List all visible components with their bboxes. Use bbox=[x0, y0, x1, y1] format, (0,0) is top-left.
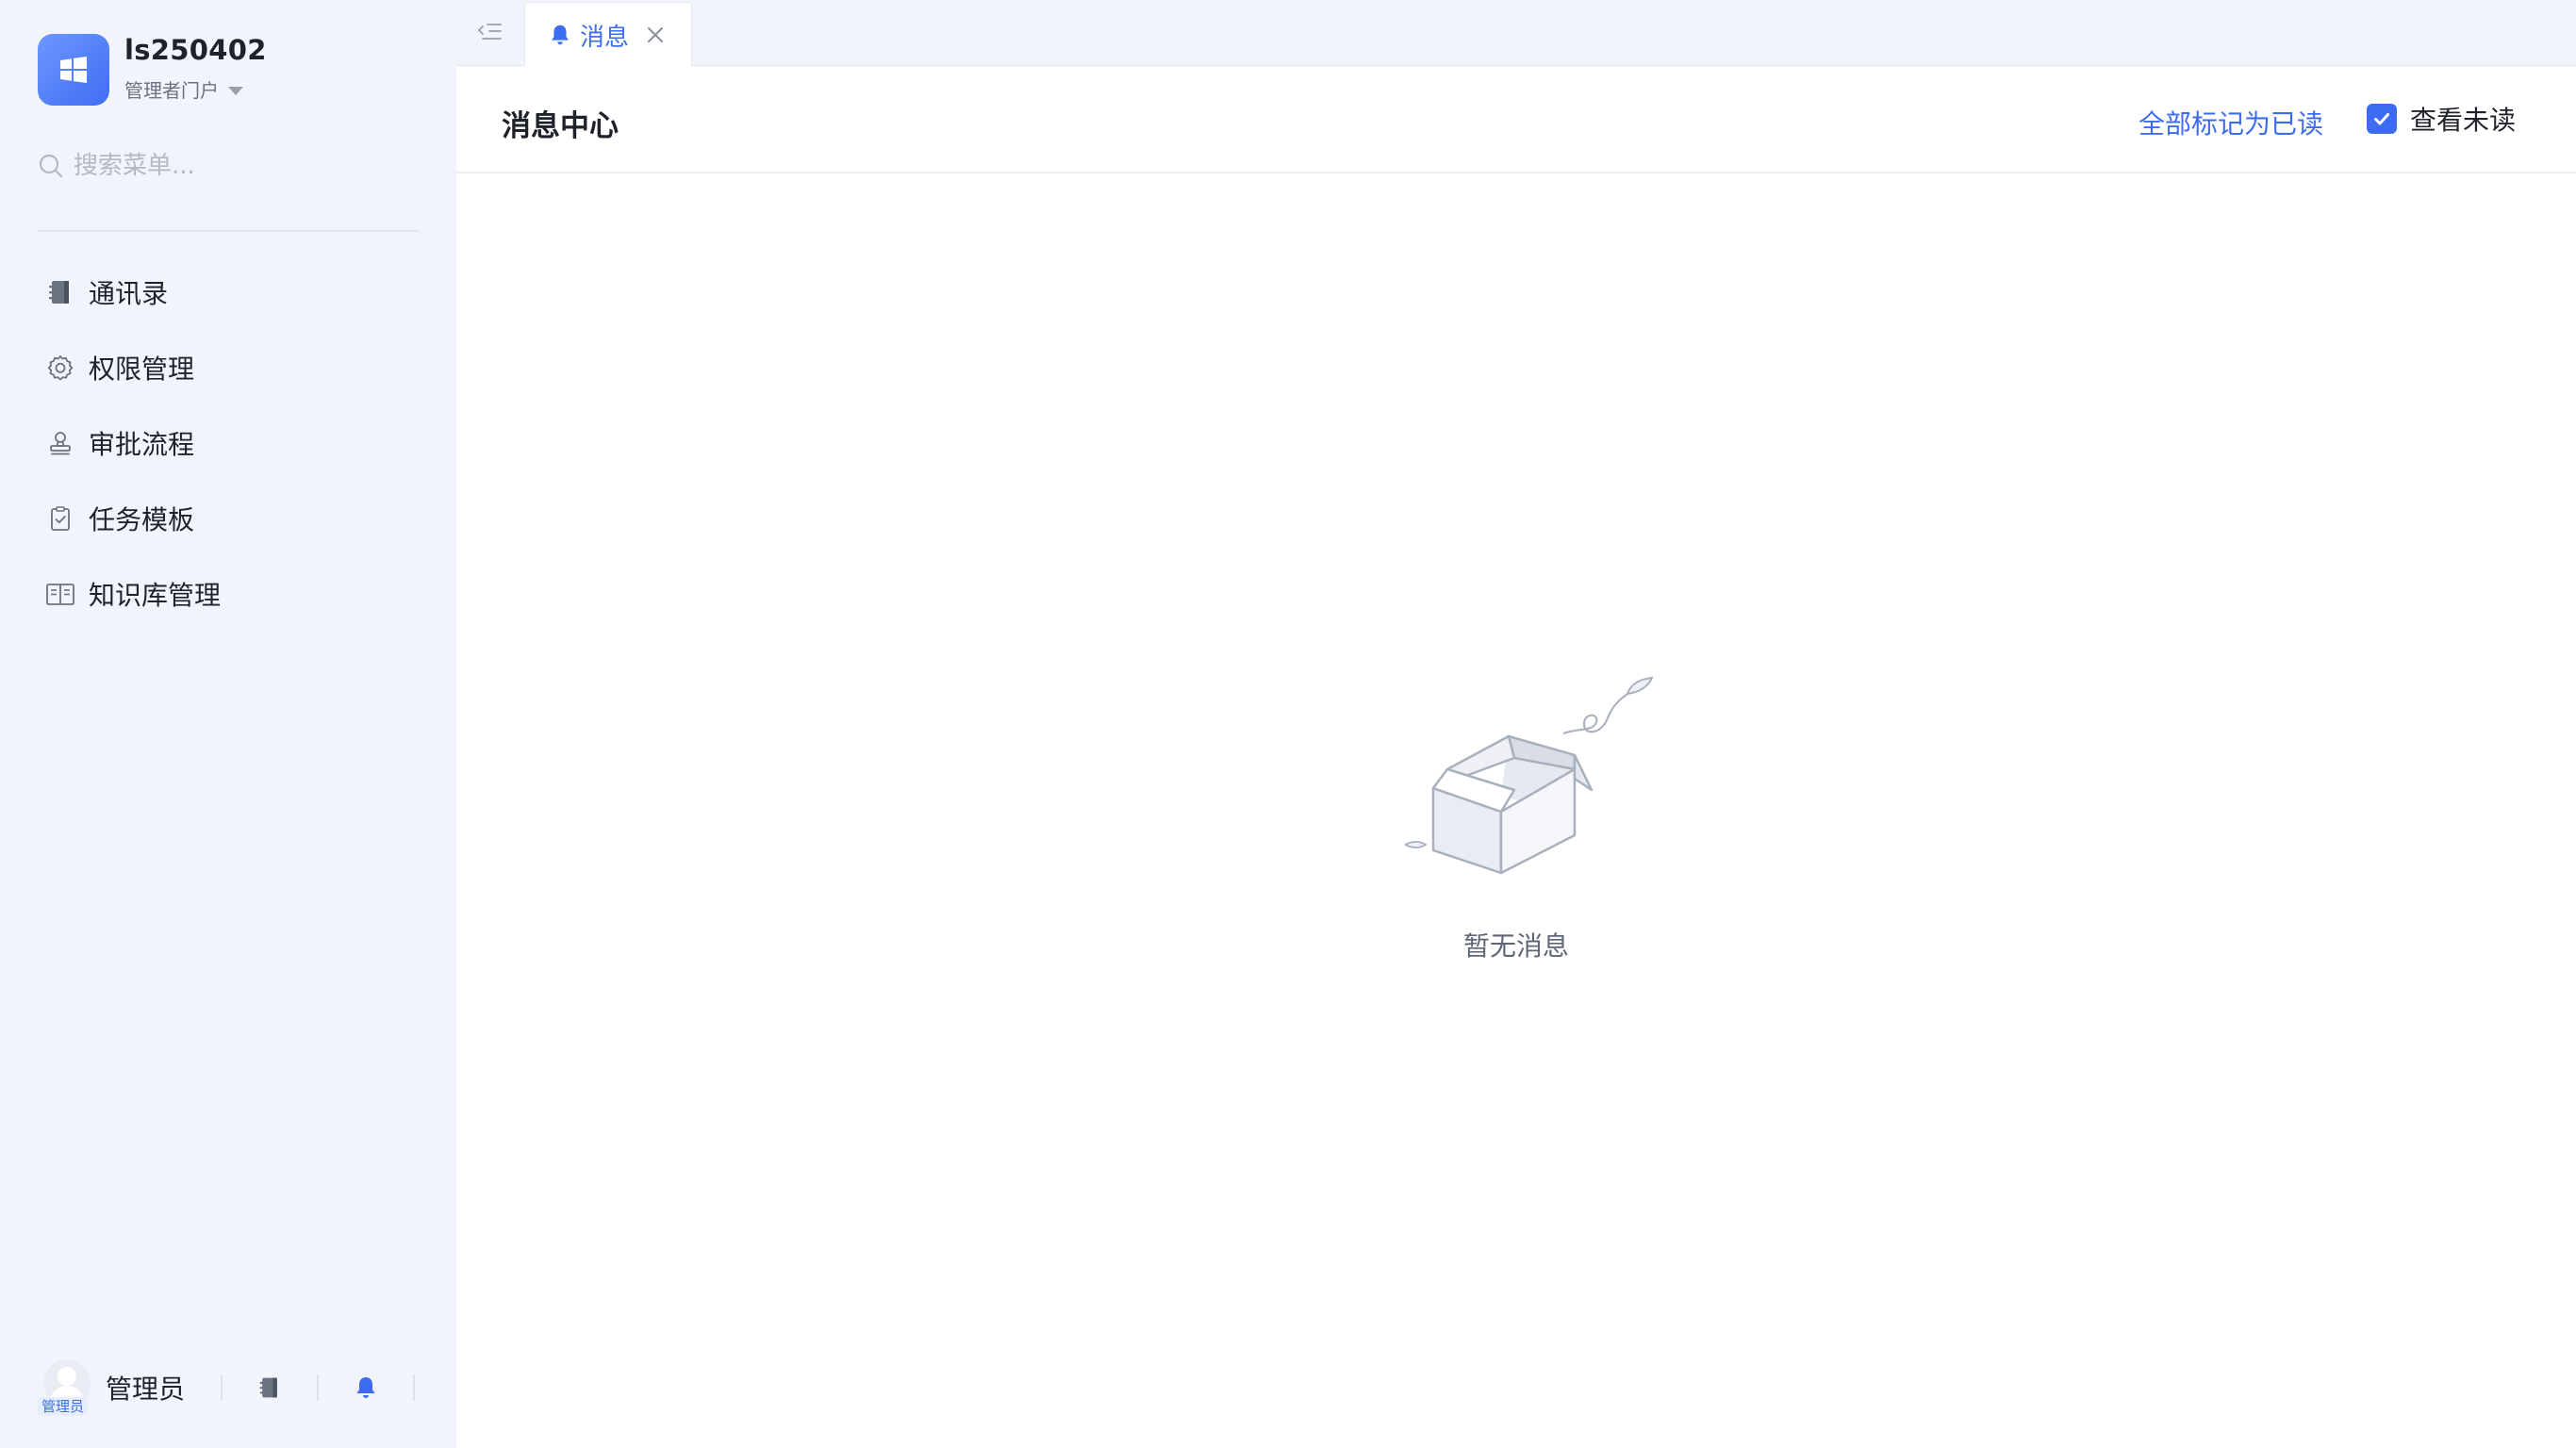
search-icon bbox=[39, 154, 63, 178]
close-icon[interactable] bbox=[644, 24, 667, 46]
page-header: 消息中心 全部标记为已读 查看未读 bbox=[456, 66, 2576, 173]
sidebar-item-label: 任务模板 bbox=[89, 504, 195, 535]
checkmark-icon bbox=[2373, 113, 2389, 125]
sidebar: ls250402 管理者门户 通讯录 bbox=[0, 0, 456, 1448]
role-badge: 管理员 bbox=[38, 1397, 89, 1416]
tab-messages[interactable]: 消息 bbox=[524, 2, 692, 67]
sidebar-nav: 通讯录 权限管理 审批流程 任务模板 知识库管理 bbox=[38, 255, 419, 632]
tab-label: 消息 bbox=[580, 23, 630, 52]
portal-label: 管理者门户 bbox=[124, 79, 219, 102]
app-name: ls250402 bbox=[124, 34, 267, 66]
page-title: 消息中心 bbox=[502, 109, 619, 143]
contacts-book-icon bbox=[45, 277, 75, 307]
portal-switcher[interactable]: 管理者门户 bbox=[124, 75, 243, 103]
sidebar-item-permissions[interactable]: 权限管理 bbox=[38, 330, 419, 405]
divider bbox=[221, 1374, 223, 1401]
clipboard-check-icon bbox=[45, 503, 75, 534]
app-logo[interactable] bbox=[38, 34, 109, 106]
sidebar-item-knowledge-base[interactable]: 知识库管理 bbox=[38, 556, 419, 632]
collapse-sidebar-button[interactable] bbox=[473, 15, 507, 49]
message-list: 暂无消息 bbox=[456, 175, 2576, 1448]
mark-all-read-link[interactable]: 全部标记为已读 bbox=[2138, 104, 2323, 141]
view-unread-checkbox[interactable] bbox=[2366, 104, 2397, 134]
contacts-book-icon bbox=[259, 1377, 277, 1398]
bell-icon bbox=[356, 1377, 375, 1398]
empty-box-illustration bbox=[1405, 676, 1654, 875]
sidebar-item-label: 权限管理 bbox=[89, 354, 195, 385]
divider bbox=[413, 1374, 416, 1401]
windows-logo-icon bbox=[60, 57, 87, 83]
sidebar-item-approval[interactable]: 审批流程 bbox=[38, 405, 419, 481]
empty-state-text: 暂无消息 bbox=[1462, 930, 1569, 962]
menu-search[interactable] bbox=[38, 147, 419, 185]
search-input[interactable] bbox=[74, 152, 413, 180]
notifications-button[interactable] bbox=[347, 1369, 385, 1407]
user-bar: 管理员 管理员 bbox=[38, 1358, 419, 1418]
avatar[interactable]: 管理员 bbox=[38, 1359, 94, 1416]
contacts-button[interactable] bbox=[251, 1369, 289, 1407]
view-unread-toggle[interactable]: 查看未读 bbox=[2366, 100, 2516, 138]
stamp-icon bbox=[45, 428, 75, 458]
open-book-icon bbox=[45, 579, 75, 609]
bell-icon bbox=[552, 25, 569, 45]
user-name[interactable]: 管理员 bbox=[106, 1369, 185, 1407]
collapse-menu-icon bbox=[478, 24, 502, 40]
sidebar-item-task-templates[interactable]: 任务模板 bbox=[38, 481, 419, 556]
sidebar-item-label: 知识库管理 bbox=[89, 580, 222, 611]
gear-icon bbox=[45, 353, 75, 383]
caret-down-icon bbox=[228, 86, 243, 95]
sidebar-item-contacts[interactable]: 通讯录 bbox=[38, 255, 419, 330]
tab-bar: 消息 bbox=[456, 0, 2576, 67]
sidebar-item-label: 审批流程 bbox=[89, 429, 195, 460]
view-unread-label: 查看未读 bbox=[2409, 105, 2516, 136]
sidebar-divider bbox=[38, 230, 419, 232]
sidebar-item-label: 通讯录 bbox=[89, 278, 169, 309]
divider bbox=[317, 1374, 320, 1401]
